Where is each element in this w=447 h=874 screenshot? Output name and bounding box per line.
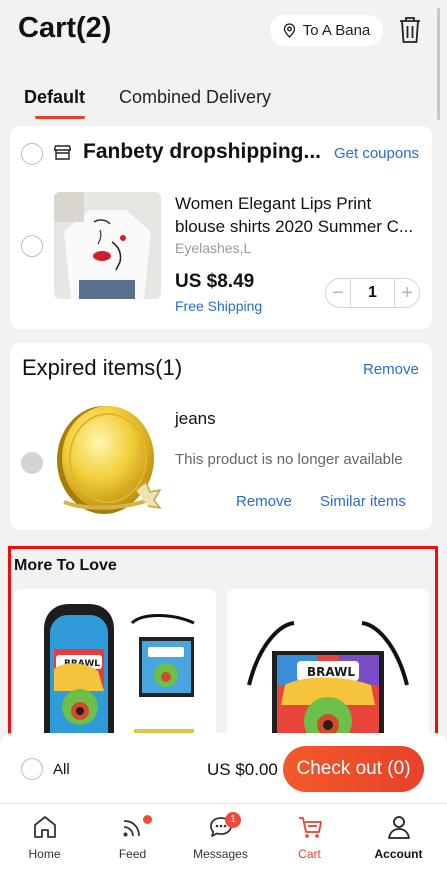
shipping-label: Free Shipping: [175, 298, 263, 314]
store-icon: [54, 145, 71, 160]
decrease-quantity-button[interactable]: −: [332, 282, 344, 305]
select-all-checkbox[interactable]: [21, 758, 43, 780]
product-image[interactable]: [54, 192, 161, 299]
trash-icon[interactable]: [398, 16, 422, 44]
nav-feed[interactable]: Feed: [88, 813, 177, 861]
product-title-line1: Women Elegant Lips Print: [175, 194, 372, 213]
feed-notification-dot: [143, 815, 152, 824]
similar-items-button[interactable]: Similar items: [320, 493, 406, 510]
location-label: To A Bana: [302, 22, 371, 39]
nav-account-label: Account: [374, 847, 423, 861]
get-coupons-link[interactable]: Get coupons: [334, 145, 419, 162]
store-name[interactable]: Fanbety dropshipping...: [83, 140, 323, 164]
nav-cart[interactable]: Cart: [265, 813, 354, 861]
nav-messages[interactable]: Messages: [176, 813, 265, 861]
store-select-checkbox[interactable]: [21, 143, 43, 165]
ship-to-location-button[interactable]: To A Bana: [270, 15, 383, 46]
nav-messages-label: Messages: [193, 847, 248, 861]
product-price: US $8.49: [175, 271, 255, 292]
total-price: US $0.00: [207, 760, 278, 779]
more-to-love-highlight: [8, 546, 438, 752]
unavailable-message: This product is no longer available: [175, 451, 403, 468]
product-variant[interactable]: Eyelashes,L: [175, 240, 251, 256]
product-title-line2: blouse shirts 2020 Summer C...: [175, 217, 414, 236]
checkout-button[interactable]: Check out (0): [283, 746, 424, 792]
account-icon: [387, 816, 410, 839]
remove-expired-button[interactable]: Remove: [363, 361, 419, 378]
select-all-label[interactable]: All: [53, 761, 70, 778]
nav-feed-label: Feed: [118, 847, 147, 861]
messages-badge: 1: [225, 812, 241, 828]
location-pin-icon: [283, 23, 295, 38]
nav-home[interactable]: Home: [0, 813, 89, 861]
item-select-checkbox[interactable]: [21, 235, 43, 257]
increase-quantity-button[interactable]: +: [401, 282, 413, 305]
page-title: Cart(2): [18, 12, 112, 44]
expired-product-name: jeans: [175, 409, 216, 428]
nav-cart-label: Cart: [298, 847, 321, 861]
expired-items-title: Expired items(1): [22, 355, 183, 380]
quantity-value[interactable]: 1: [349, 279, 396, 307]
nav-account[interactable]: Account: [354, 813, 443, 861]
active-tab-indicator: [35, 116, 85, 119]
expired-product-image: [57, 406, 162, 514]
cart-icon: [298, 817, 322, 838]
product-title[interactable]: Women Elegant Lips Print blouse shirts 2…: [175, 192, 420, 238]
tab-default[interactable]: Default: [24, 87, 85, 108]
scrollbar[interactable]: [437, 8, 440, 120]
remove-item-button[interactable]: Remove: [236, 493, 292, 510]
nav-home-label: Home: [28, 847, 61, 861]
quantity-stepper: − 1 +: [325, 278, 420, 308]
expired-item-checkbox-disabled: [21, 452, 43, 474]
tab-combined-delivery[interactable]: Combined Delivery: [119, 87, 271, 108]
home-icon: [33, 816, 56, 838]
